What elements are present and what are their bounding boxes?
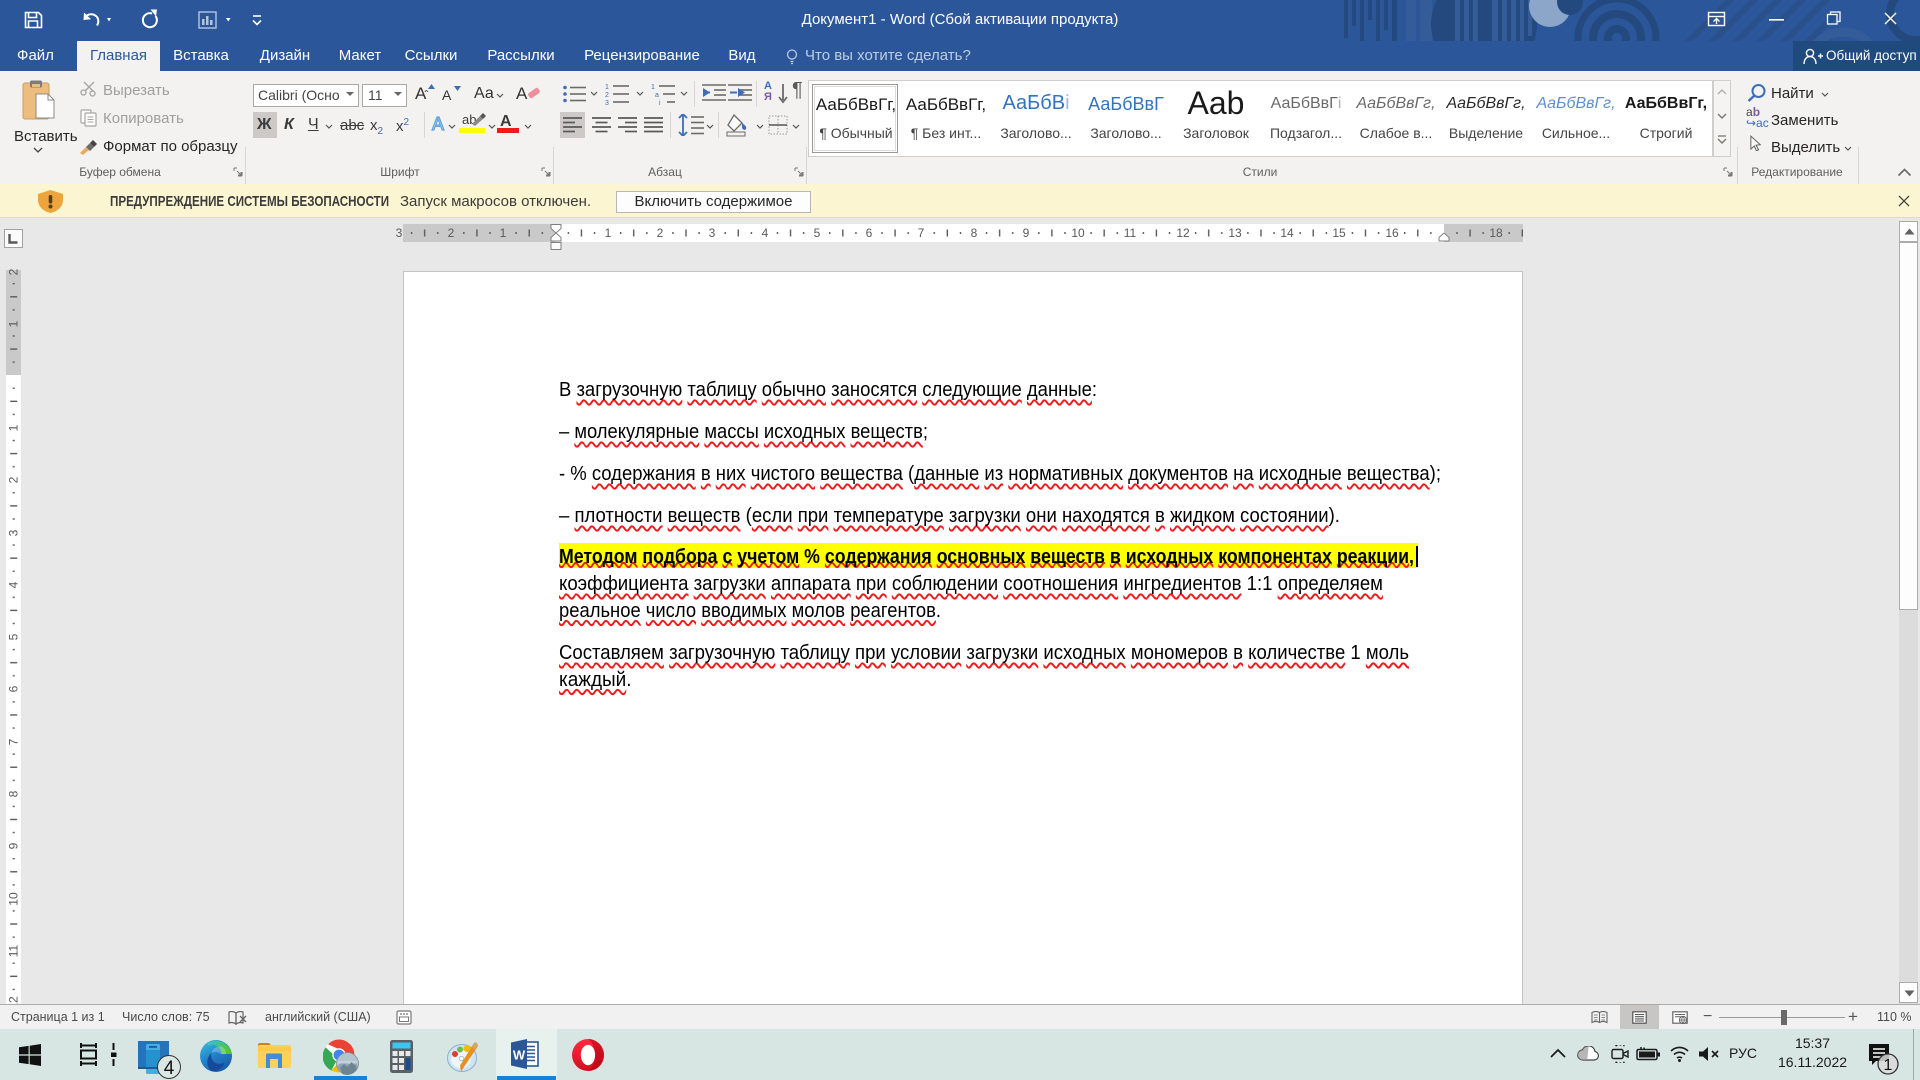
svg-text:2: 2: [605, 92, 609, 99]
svg-text:a: a: [655, 92, 659, 99]
svg-text:3: 3: [605, 100, 609, 105]
svg-text:W: W: [513, 1048, 526, 1063]
svg-text:4: 4: [164, 1058, 175, 1079]
svg-text:1: 1: [651, 84, 655, 91]
svg-text:1: 1: [1884, 1057, 1893, 1074]
svg-text:1: 1: [605, 84, 609, 91]
svg-text:i: i: [659, 100, 661, 105]
